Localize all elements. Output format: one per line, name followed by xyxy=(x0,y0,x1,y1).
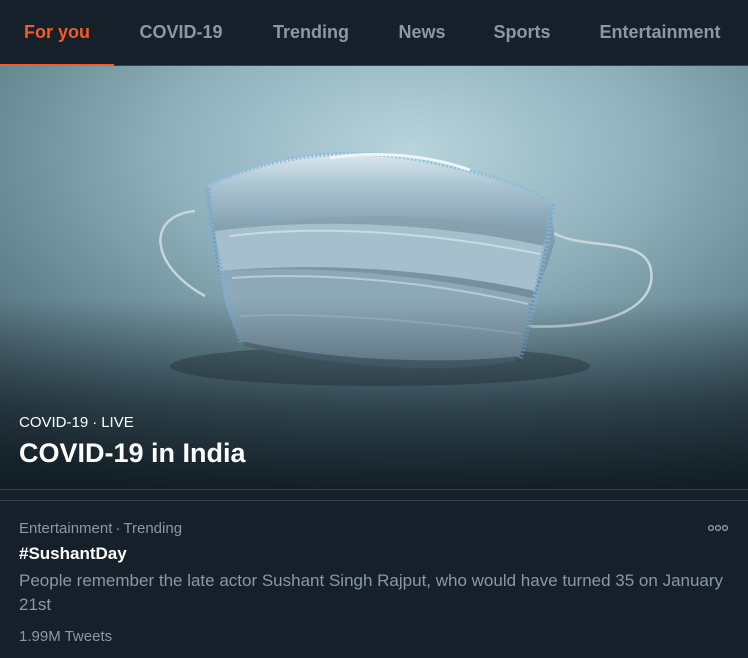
trend-title[interactable]: #SushantDay xyxy=(19,544,127,564)
explore-page: For you COVID-19 Trending News Sports En… xyxy=(0,0,748,658)
hero-meta: COVID-19 · LIVE xyxy=(19,414,134,431)
hero-category: COVID-19 xyxy=(19,414,89,431)
trend-item[interactable]: Entertainment · Trending #SushantDay Peopl… xyxy=(0,501,748,658)
tab-for-you[interactable]: For you xyxy=(0,0,114,66)
section-divider xyxy=(0,489,748,501)
more-dots-icon[interactable] xyxy=(706,519,730,537)
tab-news[interactable]: News xyxy=(384,0,460,65)
trend-category: Entertainment xyxy=(19,520,113,537)
tab-covid-19[interactable]: COVID-19 xyxy=(122,0,240,65)
tab-label: For you xyxy=(24,22,90,42)
hero-separator: · xyxy=(92,414,98,431)
tab-entertainment[interactable]: Entertainment xyxy=(584,0,736,65)
trend-meta: Entertainment · Trending xyxy=(19,520,182,537)
tab-label: Sports xyxy=(493,22,551,42)
hero-event-card[interactable]: COVID-19 · LIVE COVID-19 in India xyxy=(0,66,748,489)
trend-description: People remember the late actor Sushant S… xyxy=(19,571,724,614)
hero-title: COVID-19 in India xyxy=(19,438,246,468)
tab-sports[interactable]: Sports xyxy=(480,0,564,65)
tweet-count: 1.99M Tweets xyxy=(19,628,113,645)
trend-status: Trending xyxy=(123,520,183,537)
tab-label: COVID-19 xyxy=(139,22,223,42)
tab-label: Trending xyxy=(273,22,349,42)
explore-tabs: For you COVID-19 Trending News Sports En… xyxy=(0,0,748,66)
tab-trending[interactable]: Trending xyxy=(258,0,364,65)
tab-label: Entertainment xyxy=(599,22,721,42)
live-badge: LIVE xyxy=(101,414,134,431)
tab-label: News xyxy=(398,22,446,42)
trend-separator: · xyxy=(115,520,121,537)
